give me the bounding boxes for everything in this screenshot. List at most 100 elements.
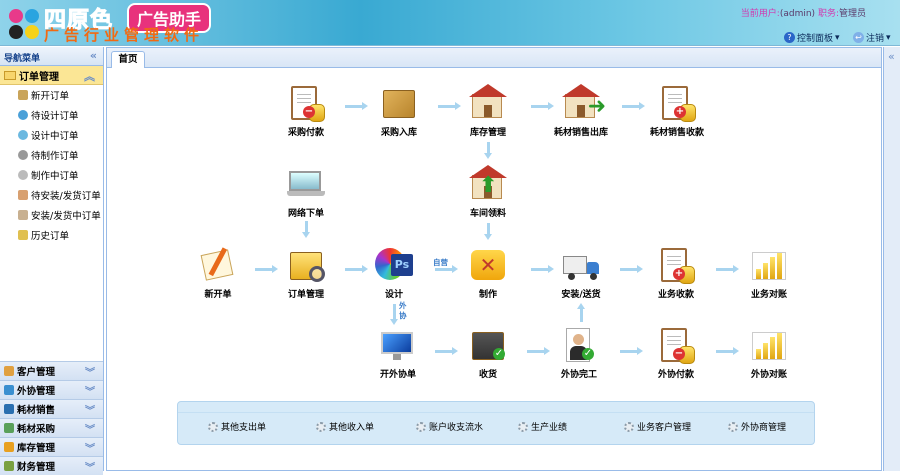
right-collapsed-panel[interactable]: «	[883, 47, 900, 471]
bar-chart-icon	[750, 326, 788, 364]
sidebar-title: 导航菜单	[4, 54, 41, 64]
pallet-icon: ✓	[469, 326, 507, 364]
group-customers[interactable]: 客户管理 ︾	[0, 361, 103, 380]
stock-icon	[4, 442, 14, 452]
sales-icon	[4, 404, 14, 414]
node-install[interactable]: 安装/送货	[541, 246, 621, 300]
group-label: 库存管理	[17, 443, 56, 454]
node-outsource-open[interactable]: 开外协单	[358, 326, 438, 380]
sidebar-header: 导航菜单 «	[0, 47, 103, 66]
folders-icon	[380, 84, 418, 122]
node-outsource-done[interactable]: ✓ 外协完工	[539, 326, 619, 380]
produce-icon	[18, 170, 28, 180]
quick-other-expense[interactable]: 其他支出单	[208, 420, 266, 433]
quick-other-income[interactable]: 其他收入单	[316, 420, 374, 433]
node-workshop-pick[interactable]: ⬆ 车间领料	[448, 165, 528, 219]
collapse-left-icon[interactable]: «	[90, 49, 97, 62]
sidebar-item-installing[interactable]: 安装/发货中订单	[0, 205, 103, 225]
node-stock[interactable]: 库存管理	[448, 84, 528, 138]
group-stock[interactable]: 库存管理 ︾	[0, 437, 103, 456]
node-outsource-reconcile[interactable]: 外协对账	[729, 326, 809, 380]
sidebar-item-history[interactable]: 历史订单	[0, 225, 103, 245]
folder-search-icon	[287, 246, 325, 284]
node-label: 外协对账	[750, 370, 787, 380]
node-new-order[interactable]: 新开单	[178, 246, 258, 300]
node-biz-collect[interactable]: + 业务收款	[636, 246, 716, 300]
node-label: 采购付款	[287, 128, 324, 138]
node-label: 外协付款	[657, 370, 694, 380]
node-label: 车间领料	[469, 209, 506, 219]
node-design[interactable]: Ps 设计	[354, 246, 434, 300]
gear-icon	[624, 421, 634, 432]
node-label: 制作	[478, 290, 497, 300]
tab-home[interactable]: 首页	[111, 51, 145, 68]
monitor-icon	[379, 326, 417, 364]
quick-production-performance[interactable]: 生产业绩	[518, 420, 567, 433]
item-label: 设计中订单	[31, 131, 79, 142]
design-icon	[18, 110, 28, 120]
quick-account-flow[interactable]: 账户收支流水	[416, 420, 483, 433]
history-icon	[18, 230, 28, 240]
group-outsource[interactable]: 外协管理 ︾	[0, 380, 103, 399]
quick-link-label: 其他收入单	[329, 423, 375, 433]
bar-chart-icon	[750, 246, 788, 284]
logout-button[interactable]: ↩ 注销 ▾	[853, 31, 891, 44]
sidebar-item-producing[interactable]: 制作中订单	[0, 165, 103, 185]
group-finance[interactable]: 财务管理 ︾	[0, 456, 103, 475]
arrow	[716, 265, 739, 273]
item-label: 待设计订单	[31, 111, 79, 122]
folder-icon	[4, 70, 16, 80]
sidebar-item-pending-produce[interactable]: 待制作订单	[0, 145, 103, 165]
sidebar-item-designing[interactable]: 设计中订单	[0, 125, 103, 145]
group-label: 订单管理	[19, 71, 59, 83]
arrow	[255, 265, 278, 273]
arrow	[620, 347, 643, 355]
node-purchase-pay[interactable]: − 采购付款	[266, 84, 346, 138]
arrow	[484, 142, 492, 159]
pencil-note-icon	[199, 246, 237, 284]
node-outsource-pay[interactable]: − 外协付款	[636, 326, 716, 380]
node-receive[interactable]: ✓ 收货	[448, 326, 528, 380]
quick-link-label: 生产业绩	[531, 423, 568, 433]
quick-outsourcer-manage[interactable]: 外协商管理	[728, 420, 786, 433]
help-icon: ?	[784, 32, 795, 43]
quick-link-label: 外协商管理	[741, 423, 787, 433]
node-label: 耗材销售收款	[649, 128, 704, 138]
node-biz-reconcile[interactable]: 业务对账	[729, 246, 809, 300]
sidebar-item-new-order[interactable]: 新开订单	[0, 85, 103, 105]
arrow	[577, 303, 585, 322]
quick-customer-manage[interactable]: 业务客户管理	[624, 420, 691, 433]
node-online-order[interactable]: 网络下单	[266, 165, 346, 219]
sidebar-item-pending-install[interactable]: 待安装/发货订单	[0, 185, 103, 205]
self-operated-label: 自营	[433, 258, 448, 267]
group-consumable-sales[interactable]: 耗材销售 ︾	[0, 399, 103, 418]
group-consumable-purchase[interactable]: 耗材采购 ︾	[0, 418, 103, 437]
arrow	[345, 265, 368, 273]
arrow	[390, 304, 398, 325]
expand-icon[interactable]: «	[888, 50, 895, 63]
quick-links-panel: 其他支出单 其他收入单 账户收支流水 生产业绩 业务客户管理 外协商管理	[177, 401, 815, 445]
node-purchase-in[interactable]: 采购入库	[359, 84, 439, 138]
caret-down-icon: ▾	[886, 32, 891, 43]
quick-link-label: 账户收支流水	[429, 423, 484, 433]
node-label: 安装/送货	[561, 290, 601, 300]
quick-link-label: 其他支出单	[221, 423, 267, 433]
chevron-down-icon: ︾	[85, 444, 95, 455]
node-label: 开外协单	[379, 370, 416, 380]
node-consumable-collect[interactable]: + 耗材销售收款	[637, 84, 717, 138]
sidebar-item-pending-design[interactable]: 待设计订单	[0, 105, 103, 125]
node-order-manage[interactable]: 订单管理	[266, 246, 346, 300]
arrow	[527, 347, 550, 355]
laptop-cart-icon	[287, 165, 325, 203]
arrow	[716, 347, 739, 355]
control-panel-button[interactable]: ? 控制面板 ▾	[784, 31, 840, 44]
node-label: 设计	[384, 290, 403, 300]
item-label: 安装/发货中订单	[31, 211, 101, 222]
arrow	[435, 265, 458, 273]
group-order-manage[interactable]: 订单管理 ︽	[0, 66, 103, 85]
chevron-down-icon: ︾	[85, 425, 95, 436]
node-label: 业务收款	[657, 290, 694, 300]
node-produce[interactable]: ✕ 制作	[448, 246, 528, 300]
person-check-icon: ✓	[560, 326, 598, 364]
node-consumable-out[interactable]: ➜ 耗材销售出库	[541, 84, 621, 138]
